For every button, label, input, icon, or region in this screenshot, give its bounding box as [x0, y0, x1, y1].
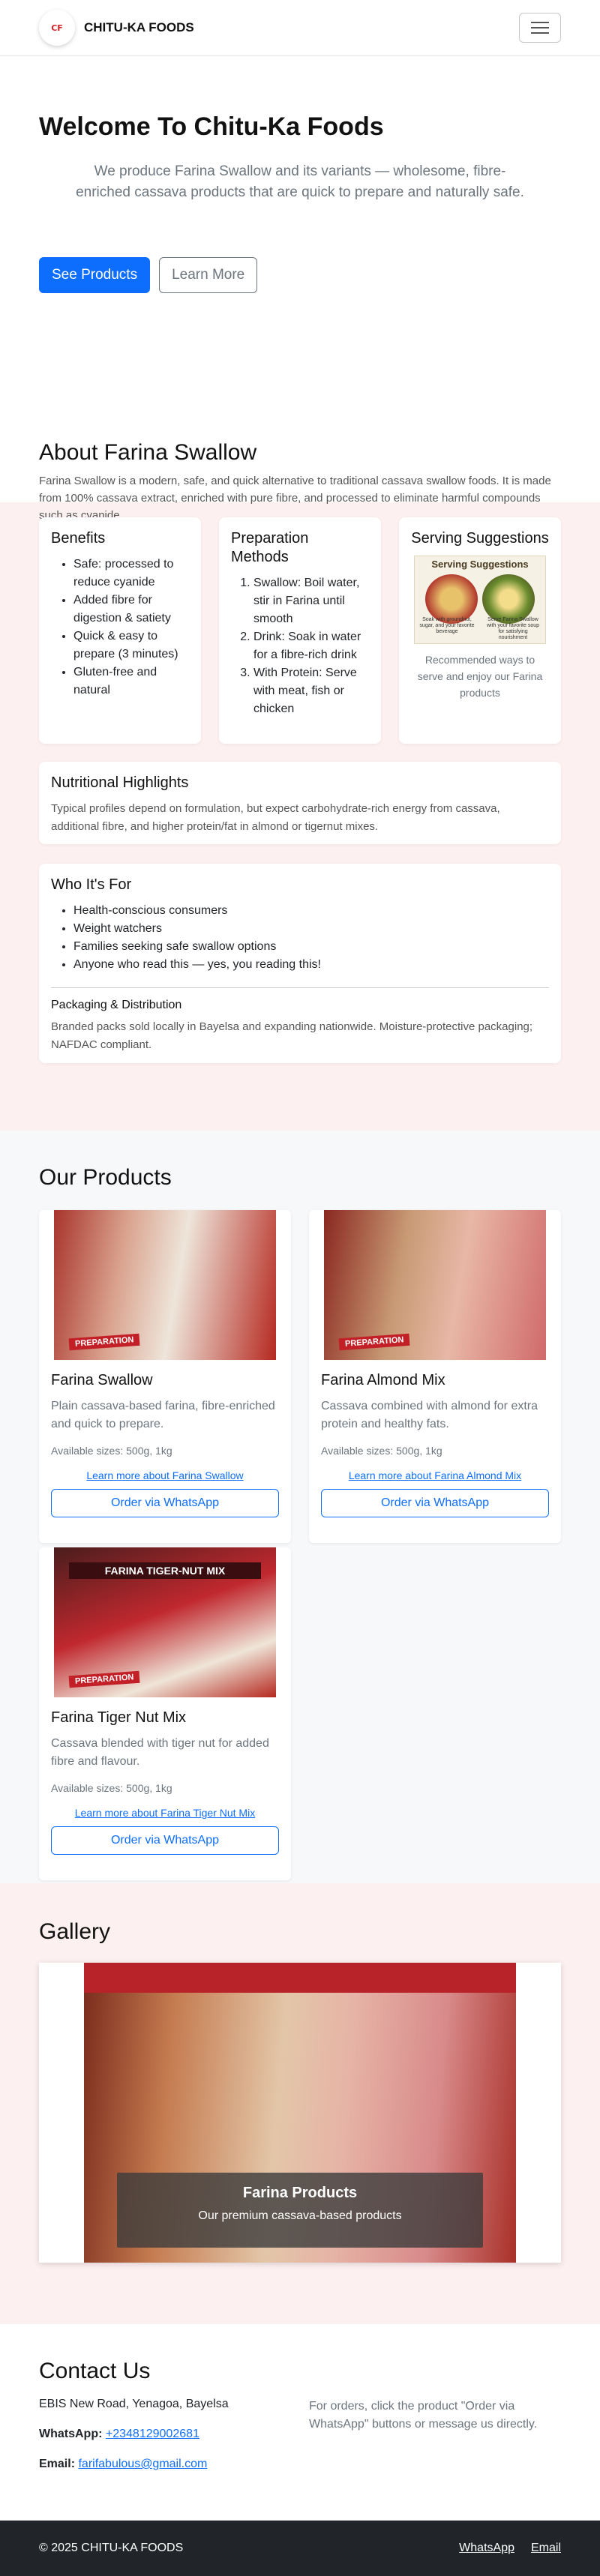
product-description: Cassava blended with tiger nut for added…: [51, 1737, 269, 1768]
navbar: CF CHITU-KA FOODS: [0, 0, 600, 56]
serving-caption: Recommended ways to serve and enjoy our …: [417, 654, 543, 699]
list-item: Drink: Soak in water for a fibre-rich dr…: [254, 628, 369, 664]
serving-card: Serving Suggestions Serving Suggestions …: [399, 517, 561, 744]
footer-copyright: © 2025 CHITU-KA FOODS: [39, 2542, 184, 2554]
product-name: Farina Tiger Nut Mix: [51, 1709, 187, 1726]
list-item: Gluten-free and natural: [74, 663, 189, 699]
list-item: Anyone who read this — yes, you reading …: [74, 956, 549, 974]
brand-logo: CF: [39, 10, 75, 46]
gallery-section: Gallery Farina Products Our premium cass…: [0, 1883, 600, 2324]
hero-section: Welcome To Chitu-Ka Foods We produce Far…: [0, 56, 600, 399]
serving-suggestions-image: Serving Suggestions Soak with groundnut,…: [414, 556, 546, 644]
list-item: With Protein: Serve with meat, fish or c…: [254, 664, 369, 718]
caption-text: Our premium cassava-based products: [198, 2209, 402, 2222]
list-item: Weight watchers: [74, 920, 549, 938]
serving-title: Serving Suggestions: [411, 530, 549, 547]
product-image: PREPARATION: [324, 1210, 546, 1360]
list-item: Families seeking safe swallow options: [74, 938, 549, 956]
benefits-card: Benefits Safe: processed to reduce cyani…: [39, 517, 201, 744]
contact-email: Email: farifabulous@gmail.com: [39, 2458, 208, 2470]
whatsapp-link[interactable]: +2348129002681: [106, 2428, 200, 2440]
preparation-title: Preparation Methods: [231, 530, 309, 565]
products-section: Our Products PREPARATION Farina Swallow …: [0, 1131, 600, 1883]
product-card-farina-almond: PREPARATION Farina Almond Mix Cassava co…: [309, 1210, 561, 1543]
about-section: About Farina Swallow Farina Swallow is a…: [0, 399, 600, 1131]
order-whatsapp-button[interactable]: Order via WhatsApp: [321, 1489, 549, 1517]
gallery-carousel[interactable]: Farina Products Our premium cassava-base…: [39, 1963, 561, 2263]
brand-name: CHITU-KA FOODS: [84, 20, 194, 34]
contact-title: Contact Us: [39, 2359, 151, 2383]
footer-email-link[interactable]: Email: [531, 2542, 561, 2555]
list-item: Swallow: Boil water, stir in Farina unti…: [254, 574, 369, 628]
product-learn-more-link[interactable]: Learn more about Farina Swallow: [39, 1469, 291, 1481]
audience-card: Who It's For Health-conscious consumers …: [39, 864, 561, 1063]
product-sizes: Available sizes: 500g, 1kg: [51, 1782, 172, 1794]
contact-section: Contact Us EBIS New Road, Yenagoa, Bayel…: [0, 2324, 600, 2521]
audience-title: Who It's For: [51, 876, 132, 893]
list-item: Added fibre for digestion & satiety: [74, 592, 189, 628]
nutrition-title: Nutritional Highlights: [51, 774, 189, 791]
product-image: PREPARATION: [54, 1210, 276, 1360]
order-whatsapp-button[interactable]: Order via WhatsApp: [51, 1489, 279, 1517]
contact-note: For orders, click the product "Order via…: [309, 2400, 538, 2431]
product-description: Plain cassava-based farina, fibre-enrich…: [51, 1400, 275, 1430]
order-whatsapp-button[interactable]: Order via WhatsApp: [51, 1826, 279, 1855]
product-description: Cassava combined with almond for extra p…: [321, 1400, 538, 1430]
product-learn-more-link[interactable]: Learn more about Farina Tiger Nut Mix: [39, 1807, 291, 1819]
product-sizes: Available sizes: 500g, 1kg: [51, 1445, 172, 1457]
email-link[interactable]: farifabulous@gmail.com: [78, 2458, 207, 2470]
brand[interactable]: CF CHITU-KA FOODS: [39, 10, 194, 46]
product-card-farina-tiger-nut: FARINA TIGER-NUT MIX PREPARATION Farina …: [39, 1547, 291, 1880]
list-item: Safe: processed to reduce cyanide: [74, 556, 189, 592]
hero-title: Welcome To Chitu-Ka Foods: [39, 112, 384, 141]
see-products-button[interactable]: See Products: [39, 257, 151, 293]
list-item: Health-conscious consumers: [74, 902, 549, 920]
preparation-card: Preparation Methods Swallow: Boil water,…: [219, 517, 381, 744]
packaging-text: Branded packs sold locally in Bayelsa an…: [51, 1020, 533, 1051]
contact-address: EBIS New Road, Yenagoa, Bayelsa: [39, 2398, 229, 2410]
product-name: Farina Almond Mix: [321, 1372, 446, 1388]
product-name: Farina Swallow: [51, 1372, 153, 1388]
contact-whatsapp: WhatsApp: +2348129002681: [39, 2428, 200, 2440]
footer: © 2025 CHITU-KA FOODS WhatsApp Email: [0, 2521, 600, 2576]
benefits-title: Benefits: [51, 530, 106, 547]
hero-subtitle: We produce Farina Swallow and its varian…: [76, 163, 524, 200]
hamburger-icon: [531, 22, 549, 23]
about-intro: Farina Swallow is a modern, safe, and qu…: [39, 475, 551, 522]
products-title: Our Products: [39, 1165, 172, 1190]
packaging-title: Packaging & Distribution: [51, 999, 182, 1011]
divider: [51, 987, 549, 988]
caption-title: Farina Products: [242, 2185, 358, 2201]
gallery-title: Gallery: [39, 1919, 111, 1944]
learn-more-button[interactable]: Learn More: [159, 257, 258, 293]
nutrition-card: Nutritional Highlights Typical profiles …: [39, 762, 561, 844]
product-card-farina-swallow: PREPARATION Farina Swallow Plain cassava…: [39, 1210, 291, 1543]
product-learn-more-link[interactable]: Learn more about Farina Almond Mix: [309, 1469, 561, 1481]
list-item: Quick & easy to prepare (3 minutes): [74, 628, 189, 663]
about-title: About Farina Swallow: [39, 440, 257, 465]
carousel-caption: Farina Products Our premium cassava-base…: [117, 2173, 483, 2248]
nutrition-text: Typical profiles depend on formulation, …: [51, 802, 500, 833]
product-sizes: Available sizes: 500g, 1kg: [321, 1445, 442, 1457]
product-image: FARINA TIGER-NUT MIX PREPARATION: [54, 1547, 276, 1697]
footer-whatsapp-link[interactable]: WhatsApp: [459, 2542, 514, 2555]
menu-toggle-button[interactable]: [519, 13, 561, 43]
